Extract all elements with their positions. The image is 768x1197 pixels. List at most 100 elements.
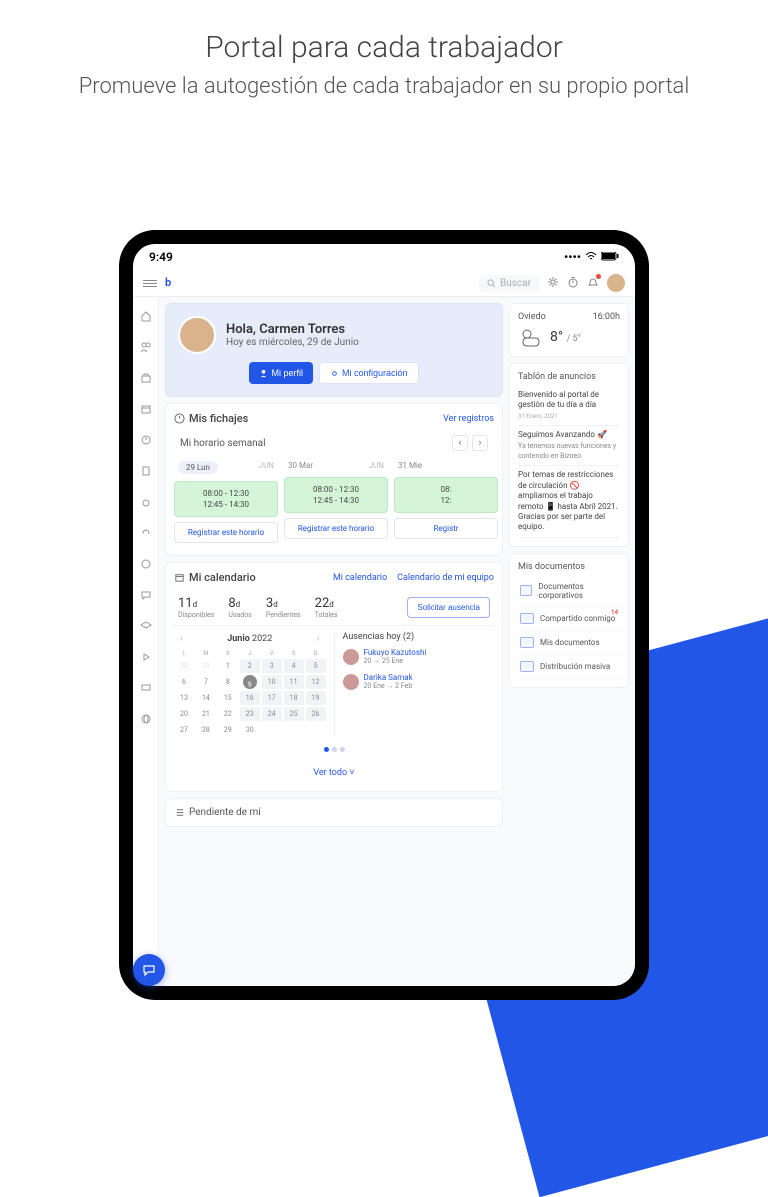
cal-day[interactable]: 18 — [284, 691, 304, 705]
cal-day[interactable]: 13 — [174, 691, 194, 705]
weather-time: 16:00h — [593, 312, 620, 322]
signal-icon: •••• — [564, 250, 581, 264]
cal-day[interactable]: 27 — [174, 723, 194, 737]
nav-globe-icon[interactable] — [140, 710, 152, 729]
cal-day[interactable]: 28 — [196, 723, 216, 737]
cal-day[interactable]: 17 — [262, 691, 282, 705]
day-column: 31 Mie 08:12: Registr — [394, 459, 498, 543]
absences-title: Ausencias hoy (2) — [343, 632, 495, 642]
docs-title: Mis documentos — [518, 562, 620, 572]
nav-headset-icon[interactable] — [140, 524, 152, 543]
cal-day[interactable]: 3 — [262, 659, 282, 673]
chat-fab[interactable] — [133, 954, 165, 986]
cal-day[interactable]: 23 — [240, 707, 260, 721]
board-item[interactable]: Seguimos Avanzando 🚀Ya tenemos nuevas fu… — [518, 426, 620, 466]
folder-icon — [520, 613, 534, 624]
cal-day[interactable]: 22 — [218, 707, 238, 721]
cal-day[interactable]: 30 — [174, 659, 194, 673]
day-header: 29 LunJUN — [174, 459, 278, 476]
cal-day[interactable]: 9 — [243, 675, 257, 689]
nav-chat-icon[interactable] — [140, 586, 152, 605]
folder-icon — [520, 637, 534, 648]
cal-prev[interactable]: ‹ — [180, 634, 183, 644]
cal-next[interactable]: › — [317, 634, 320, 644]
cal-day[interactable]: 15 — [218, 691, 238, 705]
cal-day[interactable]: 11 — [284, 675, 304, 689]
nav-alarm-icon[interactable] — [140, 493, 152, 512]
profile-button[interactable]: Mi perfil — [249, 362, 313, 384]
gear-icon[interactable] — [547, 276, 559, 291]
cal-day[interactable]: 2 — [240, 659, 260, 673]
cal-day[interactable]: 10 — [262, 675, 282, 689]
fichajes-title: Mis fichajes — [189, 412, 248, 425]
greeting-date: Hoy es miércoles, 29 de Junio — [226, 337, 359, 348]
tab-team-calendar[interactable]: Calendario de mi equipo — [397, 573, 494, 583]
cal-day[interactable]: 30 — [240, 723, 260, 737]
cal-day[interactable]: 4 — [284, 659, 304, 673]
nav-home-icon[interactable] — [140, 307, 152, 326]
cal-day[interactable]: 8 — [218, 675, 238, 689]
tab-my-calendar[interactable]: Mi calendario — [333, 573, 387, 583]
hero-subtitle: Promueve la autogestión de cada trabajad… — [0, 73, 768, 102]
cal-day[interactable]: 25 — [284, 707, 304, 721]
cal-day[interactable]: 16 — [240, 691, 260, 705]
cal-day[interactable]: 21 — [196, 707, 216, 721]
doc-item[interactable]: Documentos corporativos — [518, 576, 620, 607]
ver-todo-link[interactable]: Ver todo ˅ — [313, 768, 354, 778]
person-icon — [259, 369, 268, 378]
time-block: 08:00 - 12:3012:45 - 14:30 — [284, 477, 388, 513]
cal-day[interactable]: 1 — [218, 659, 238, 673]
register-schedule-button[interactable]: Registrar este horario — [174, 522, 278, 543]
menu-icon[interactable] — [143, 280, 157, 287]
doc-item[interactable]: Mis documentos — [518, 631, 620, 655]
absence-avatar — [343, 649, 359, 665]
nav-clock-icon[interactable] — [140, 431, 152, 450]
board-item[interactable]: Por temas de restricciones de circulació… — [518, 466, 620, 537]
nav-calendar-icon[interactable] — [140, 400, 152, 419]
nav-screen-icon[interactable] — [140, 679, 152, 698]
nav-briefcase-icon[interactable] — [140, 369, 152, 388]
absence-item[interactable]: Fukuyo Kazutoshi20 → 25 Ene — [343, 648, 495, 665]
doc-item[interactable]: Compartido conmigo14 — [518, 607, 620, 631]
cal-day[interactable]: 12 — [306, 675, 326, 689]
cal-day[interactable]: 31 — [196, 659, 216, 673]
cal-day[interactable]: 29 — [218, 723, 238, 737]
dow-label: V — [262, 650, 282, 657]
nav-people-icon[interactable] — [140, 338, 152, 357]
register-schedule-button[interactable]: Registr — [394, 518, 498, 539]
week-prev-button[interactable]: ‹ — [452, 435, 468, 451]
user-avatar[interactable] — [607, 274, 625, 292]
cal-day[interactable]: 19 — [306, 691, 326, 705]
bell-icon[interactable] — [587, 276, 599, 291]
board-item[interactable]: Bienvenido al portal de gestión de tu dí… — [518, 386, 620, 426]
wifi-icon — [585, 250, 597, 264]
week-next-button[interactable]: › — [472, 435, 488, 451]
cal-day[interactable]: 24 — [262, 707, 282, 721]
cal-day[interactable]: 6 — [174, 675, 194, 689]
stopwatch-icon[interactable] — [567, 276, 579, 291]
nav-grad-icon[interactable] — [140, 617, 152, 636]
fichajes-card: Mis fichajes Ver registros Mi horario se… — [165, 403, 503, 556]
request-absence-button[interactable]: Solicitar ausencia — [407, 597, 490, 618]
absence-item[interactable]: Darika Samak20 Ene → 2 Feb — [343, 673, 495, 690]
doc-item[interactable]: Distribución masiva — [518, 655, 620, 679]
tablet-frame: 9:49 •••• b Buscar — [119, 230, 649, 1000]
nav-doc-icon[interactable] — [140, 462, 152, 481]
cal-day[interactable]: 20 — [174, 707, 194, 721]
cal-day[interactable]: 26 — [306, 707, 326, 721]
pending-card[interactable]: Pendiente de mí — [165, 798, 503, 827]
documents-card: Mis documentos Documentos corporativos C… — [509, 553, 629, 688]
nav-chart-icon[interactable] — [140, 555, 152, 574]
greeting-avatar — [178, 316, 216, 354]
time-block: 08:12: — [394, 477, 498, 513]
register-schedule-button[interactable]: Registrar este horario — [284, 518, 388, 539]
search-input[interactable]: Buscar — [479, 275, 539, 292]
cal-day[interactable]: 5 — [306, 659, 326, 673]
ver-registros-link[interactable]: Ver registros — [443, 414, 494, 424]
calendar-icon — [174, 572, 185, 583]
cal-day[interactable]: 7 — [196, 675, 216, 689]
hero-title: Portal para cada trabajador — [0, 30, 768, 65]
config-button[interactable]: Mi configuración — [319, 362, 419, 384]
nav-play-icon[interactable] — [140, 648, 152, 667]
cal-day[interactable]: 14 — [196, 691, 216, 705]
